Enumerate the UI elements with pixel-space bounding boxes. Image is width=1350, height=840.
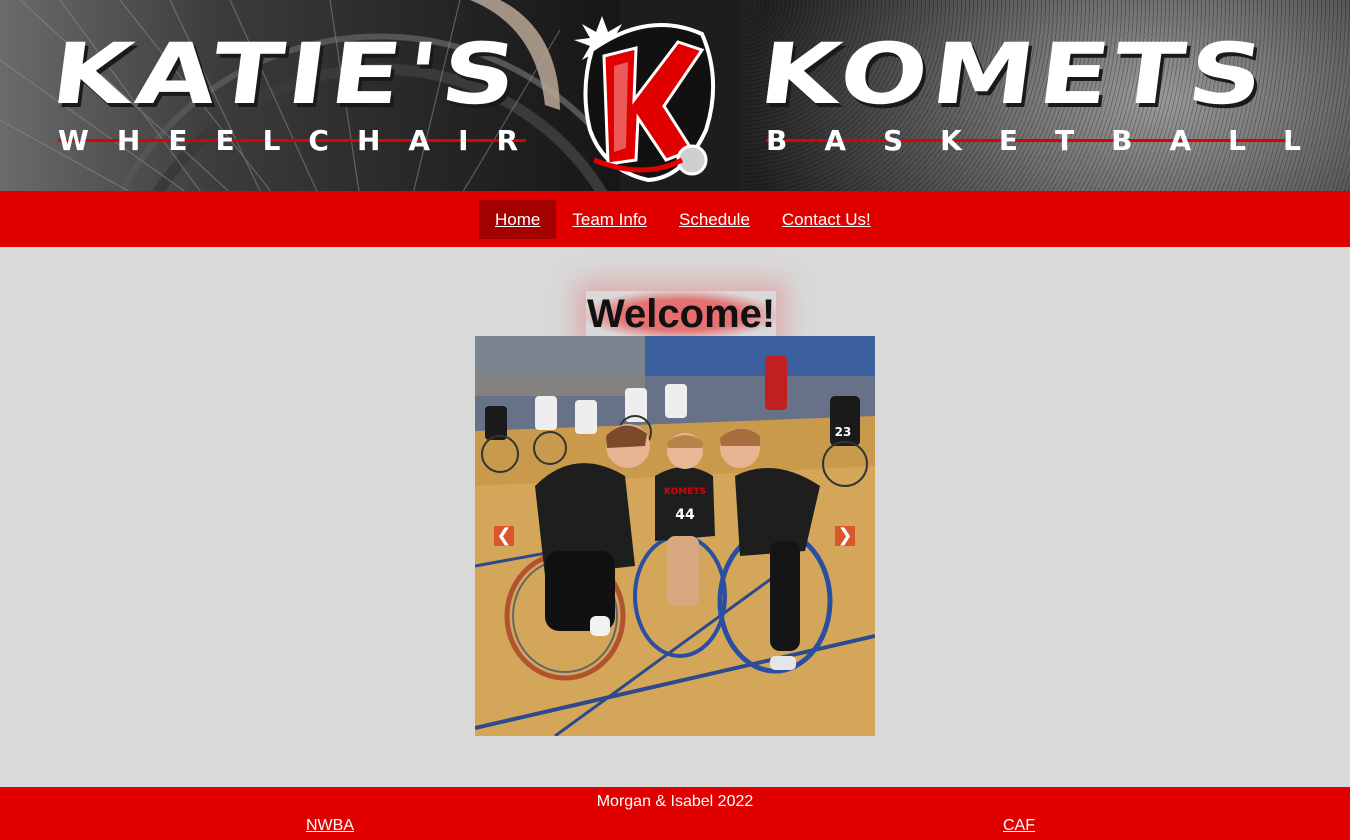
footer-credit: Morgan & Isabel 2022	[596, 793, 754, 810]
slideshow-next-button[interactable]: ❯	[835, 526, 855, 546]
slideshow-prev-button[interactable]: ❮	[494, 526, 514, 546]
site-banner: KATIE'S WHEELCHAIR KOMETS BASKETBALL	[0, 0, 1350, 191]
main-navigation: Home Team Info Schedule Contact Us!	[0, 191, 1350, 247]
jersey-number-44: 44	[675, 507, 695, 523]
komets-k-logo-icon	[574, 16, 716, 182]
nav-item-home[interactable]: Home	[479, 200, 557, 239]
footer-link-caf[interactable]: CAF	[1003, 817, 1035, 835]
jersey-number-23: 23	[835, 425, 852, 439]
chevron-right-icon: ❯	[837, 525, 853, 546]
photo-slideshow: 44 KOMETS 23 ❮ ❯	[475, 336, 875, 736]
page: KATIE'S WHEELCHAIR KOMETS BASKETBALL Hom…	[0, 0, 1350, 840]
nav-item-contact-us[interactable]: Contact Us!	[766, 200, 887, 239]
jersey-text: KOMETS	[664, 487, 706, 497]
banner-title-right: KOMETS	[754, 25, 1274, 123]
banner-title-left: KATIE'S	[46, 25, 528, 123]
footer-link-nwba[interactable]: NWBA	[306, 817, 354, 835]
nav-item-schedule[interactable]: Schedule	[663, 200, 766, 239]
welcome-heading: Welcome!	[586, 290, 777, 340]
chevron-left-icon: ❮	[496, 525, 512, 546]
banner-subtitle-left: WHEELCHAIR	[58, 124, 547, 157]
nav-item-team-info[interactable]: Team Info	[556, 200, 663, 239]
site-footer: Morgan & Isabel 2022 NWBA CAF	[0, 787, 1350, 840]
nav-list: Home Team Info Schedule Contact Us!	[479, 200, 887, 239]
banner-subtitle-right: BASKETBALL	[766, 124, 1338, 157]
team-photo: 44 KOMETS 23	[475, 336, 875, 736]
